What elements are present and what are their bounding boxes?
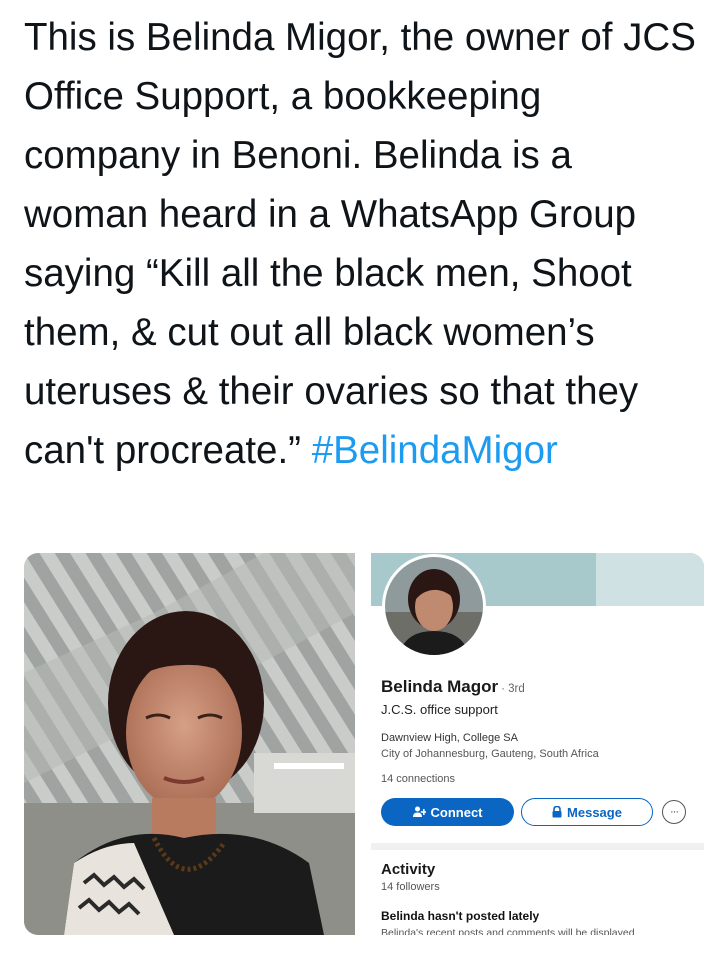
activity-title: Activity: [381, 861, 436, 878]
profile-headline: J.C.S. office support: [381, 702, 498, 717]
message-button[interactable]: Message: [521, 798, 653, 826]
tweet-text: This is Belinda Migor, the owner of JCS …: [24, 8, 704, 480]
section-divider: [371, 843, 704, 850]
profile-avatar[interactable]: [382, 554, 486, 658]
profile-location: City of Johannesburg, Gauteng, South Afr…: [381, 748, 599, 760]
add-person-icon: [412, 806, 426, 818]
activity-followers: 14 followers: [381, 881, 440, 893]
profile-name[interactable]: Belinda Magor: [381, 677, 498, 696]
selfie-photo[interactable]: [24, 553, 355, 935]
tweet-media[interactable]: Belinda Magor · 3rd J.C.S. office support…: [24, 553, 704, 935]
message-label: Message: [567, 804, 622, 820]
hashtag-link[interactable]: #BelindaMigor: [312, 429, 558, 472]
profile-name-row: Belinda Magor · 3rd: [381, 677, 525, 697]
linkedin-profile-card: Belinda Magor · 3rd J.C.S. office support…: [371, 553, 704, 935]
tweet-body: This is Belinda Migor, the owner of JCS …: [24, 16, 696, 472]
connect-label: Connect: [430, 804, 483, 820]
profile-education: Dawnview High, College SA: [381, 732, 518, 744]
lock-icon: [552, 806, 562, 818]
profile-connections[interactable]: 14 connections: [381, 773, 455, 785]
more-icon[interactable]: ···: [662, 800, 686, 824]
activity-empty-title: Belinda hasn't posted lately: [381, 909, 540, 923]
activity-empty-subtitle: Belinda's recent posts and comments will…: [381, 927, 635, 935]
connection-degree: · 3rd: [501, 683, 525, 695]
connect-button[interactable]: Connect: [381, 798, 514, 826]
